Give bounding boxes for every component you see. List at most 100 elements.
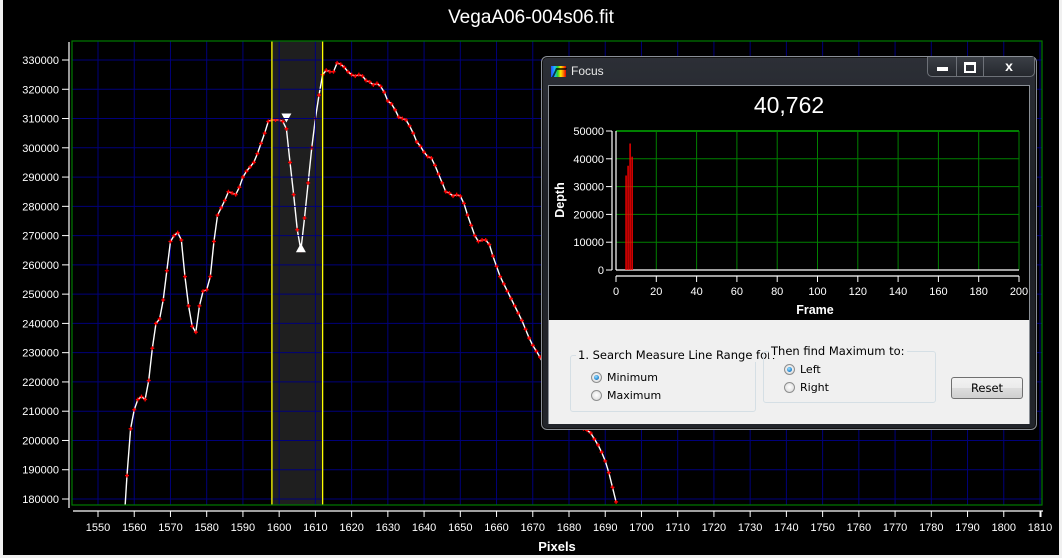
- x-tick-label: 1810: [1028, 522, 1052, 534]
- data-point: [208, 274, 213, 279]
- x-axis-ticks: 1550 1560 1570 1580 1590 1600 1610 1620 1630 1640…: [86, 511, 1052, 534]
- data-point: [614, 499, 619, 504]
- y-tick-label: 240000: [22, 318, 59, 330]
- data-point: [327, 69, 332, 74]
- data-point: [128, 426, 133, 431]
- data-point: [164, 268, 169, 273]
- x-tick-label: 1670: [521, 522, 545, 534]
- x-tick-label: 1780: [919, 522, 943, 534]
- radio-right-indicator[interactable]: [784, 382, 795, 393]
- x-tick-label: 1630: [376, 522, 400, 534]
- maximize-button[interactable]: [957, 57, 984, 76]
- focus-window-title: Focus: [571, 64, 604, 78]
- radio-minimum-indicator[interactable]: [591, 372, 602, 383]
- radio-right[interactable]: Right: [784, 381, 829, 394]
- data-point: [331, 69, 336, 74]
- x-tick-label: 1640: [412, 522, 436, 534]
- radio-minimum-label: Minimum: [607, 371, 658, 384]
- y-tick-label: 320000: [22, 84, 59, 96]
- depth-y-tick-label: 50000: [573, 126, 604, 138]
- data-point: [603, 458, 608, 463]
- depth-x-tick-label: 80: [771, 286, 783, 298]
- depth-x-axis-title: Frame: [796, 303, 834, 317]
- radio-maximum-label: Maximum: [607, 389, 662, 402]
- data-point: [356, 72, 361, 77]
- depth-y-ticks: 0 10000 20000 30000 40000 50000: [573, 126, 612, 277]
- chart-title: VegaA06-004s06.fit: [448, 7, 614, 28]
- data-point: [255, 151, 260, 156]
- x-tick-label: 1660: [484, 522, 508, 534]
- depth-x-tick-label: 40: [690, 286, 702, 298]
- depth-x-tick-label: 200: [1010, 286, 1028, 298]
- x-tick-label: 1600: [267, 522, 291, 534]
- y-tick-label: 310000: [22, 114, 59, 126]
- data-point: [124, 473, 129, 478]
- radio-minimum[interactable]: Minimum: [591, 371, 658, 384]
- data-point: [204, 287, 209, 292]
- data-point: [211, 239, 216, 244]
- y-tick-label: 250000: [22, 289, 59, 301]
- x-tick-label: 1570: [158, 522, 182, 534]
- data-point: [480, 237, 485, 242]
- data-point: [201, 289, 206, 294]
- radio-left[interactable]: Left: [784, 363, 821, 376]
- radio-left-label: Left: [800, 363, 821, 376]
- depth-x-tick-label: 60: [731, 286, 743, 298]
- x-tick-label: 1560: [122, 522, 146, 534]
- data-point: [606, 470, 611, 475]
- data-point: [266, 119, 271, 124]
- find-maximum-group: Then find Maximum to: Left Right: [763, 344, 936, 403]
- depth-x-tick-label: 160: [929, 286, 947, 298]
- data-point: [353, 74, 358, 79]
- data-point: [335, 60, 340, 65]
- x-tick-label: 1720: [702, 522, 726, 534]
- data-point: [610, 485, 615, 490]
- x-tick-label: 1610: [303, 522, 327, 534]
- y-tick-label: 300000: [22, 143, 59, 155]
- data-point: [182, 274, 187, 279]
- data-point: [436, 172, 441, 177]
- minimize-button[interactable]: [928, 57, 957, 76]
- data-point: [440, 180, 445, 185]
- x-axis-title: Pixels: [538, 539, 576, 554]
- data-point: [469, 223, 474, 228]
- x-tick-label: 1760: [847, 522, 871, 534]
- control-panel: 1. Search Measure Line Range for: Minimu…: [549, 320, 1029, 424]
- data-point: [262, 131, 267, 136]
- y-tick-label: 230000: [22, 348, 59, 360]
- focus-window[interactable]: Focus x 40,762 0 10000 20000 30000 40000 5000…: [541, 56, 1037, 430]
- depth-y-axis-title: Depth: [553, 182, 567, 217]
- depth-x-tick-label: 140: [889, 286, 907, 298]
- x-tick-label: 1730: [738, 522, 762, 534]
- x-tick-label: 1590: [231, 522, 255, 534]
- radio-maximum-indicator[interactable]: [591, 390, 602, 401]
- x-tick-label: 1650: [448, 522, 472, 534]
- radio-maximum[interactable]: Maximum: [591, 389, 661, 402]
- y-tick-label: 280000: [22, 201, 59, 213]
- x-tick-label: 1700: [629, 522, 653, 534]
- depth-y-tick-label: 20000: [573, 209, 604, 221]
- data-point: [150, 346, 155, 351]
- data-point: [523, 327, 528, 332]
- x-tick-label: 1740: [774, 522, 798, 534]
- close-button[interactable]: x: [984, 57, 1034, 76]
- x-tick-label: 1750: [810, 522, 834, 534]
- focus-titlebar[interactable]: Focus x: [542, 57, 1036, 83]
- focus-client-area: 40,762 0 10000 20000 30000 40000 50000 0 20 40 6…: [548, 85, 1030, 424]
- data-point: [197, 303, 202, 308]
- reset-button[interactable]: Reset: [951, 377, 1023, 399]
- depth-x-tick-label: 120: [849, 286, 867, 298]
- radio-left-indicator[interactable]: [784, 364, 795, 375]
- depth-y-tick-label: 40000: [573, 154, 604, 166]
- y-tick-label: 290000: [22, 172, 59, 184]
- search-range-group: 1. Search Measure Line Range for: Minimu…: [570, 348, 778, 412]
- x-tick-label: 1790: [955, 522, 979, 534]
- depth-x-tick-label: 100: [808, 286, 826, 298]
- y-tick-label: 330000: [22, 55, 59, 67]
- depth-y-tick-label: 0: [598, 265, 604, 277]
- depth-x-tick-label: 0: [613, 286, 619, 298]
- y-axis-ticks: 180000 190000 200000 210000 220000 230000 2400…: [22, 55, 69, 506]
- depth-chart: 0 10000 20000 30000 40000 50000 0 20 40 60 80 100 1…: [553, 126, 1028, 317]
- x-tick-label: 1550: [86, 522, 110, 534]
- x-tick-label: 1690: [593, 522, 617, 534]
